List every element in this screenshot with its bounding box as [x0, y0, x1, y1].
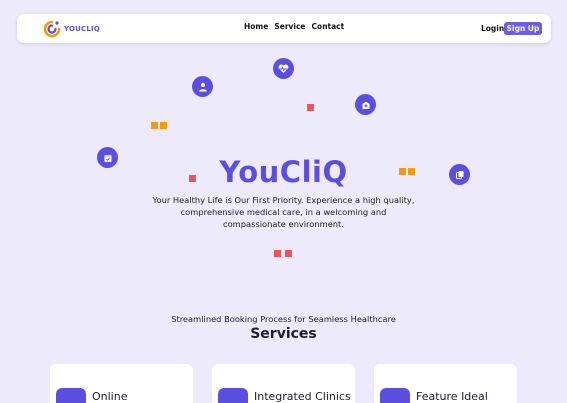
- hospital-icon: [355, 94, 376, 115]
- nav-link-home[interactable]: Home: [244, 22, 268, 31]
- decor-square: [285, 250, 292, 257]
- decor-square: [274, 250, 281, 257]
- service-card-title: Feature Ideal: [416, 390, 488, 403]
- heart-pulse-icon: [273, 58, 294, 79]
- hero-subtitle: Your Healthy Life is Our First Priority.…: [152, 195, 415, 229]
- nav-link-contact[interactable]: Contact: [312, 22, 345, 31]
- feature-icon: [380, 388, 410, 403]
- service-card-title: Online: [92, 390, 128, 403]
- logo[interactable]: YOUCLIQ: [42, 19, 100, 39]
- decor-square: [160, 122, 167, 129]
- service-card-feature-ideal[interactable]: Feature Ideal: [374, 364, 517, 403]
- logo-text: YOUCLIQ: [64, 25, 101, 33]
- signup-button[interactable]: Sign Up: [504, 22, 542, 35]
- service-card-integrated-clinics[interactable]: Integrated Clinics: [212, 364, 355, 403]
- service-card-title: Integrated Clinics: [254, 390, 351, 403]
- main-menu: Home Service Contact: [244, 22, 344, 31]
- calendar-icon: [56, 388, 86, 403]
- user-doctor-icon: [192, 76, 213, 97]
- service-card-online[interactable]: Online: [50, 364, 193, 403]
- login-link[interactable]: Login: [481, 24, 504, 33]
- top-navbar: YOUCLIQ Home Service Contact Login Sign …: [17, 14, 551, 43]
- clinic-icon: [218, 388, 248, 403]
- logo-mark-icon: [42, 19, 62, 39]
- services-heading: Services: [250, 326, 317, 342]
- decor-square: [151, 122, 158, 129]
- hero-title: YouCliQ: [219, 155, 348, 189]
- decor-square: [307, 104, 314, 111]
- services-tagline: Streamlined Booking Process for Seamless…: [171, 314, 396, 324]
- nav-link-service[interactable]: Service: [274, 22, 305, 31]
